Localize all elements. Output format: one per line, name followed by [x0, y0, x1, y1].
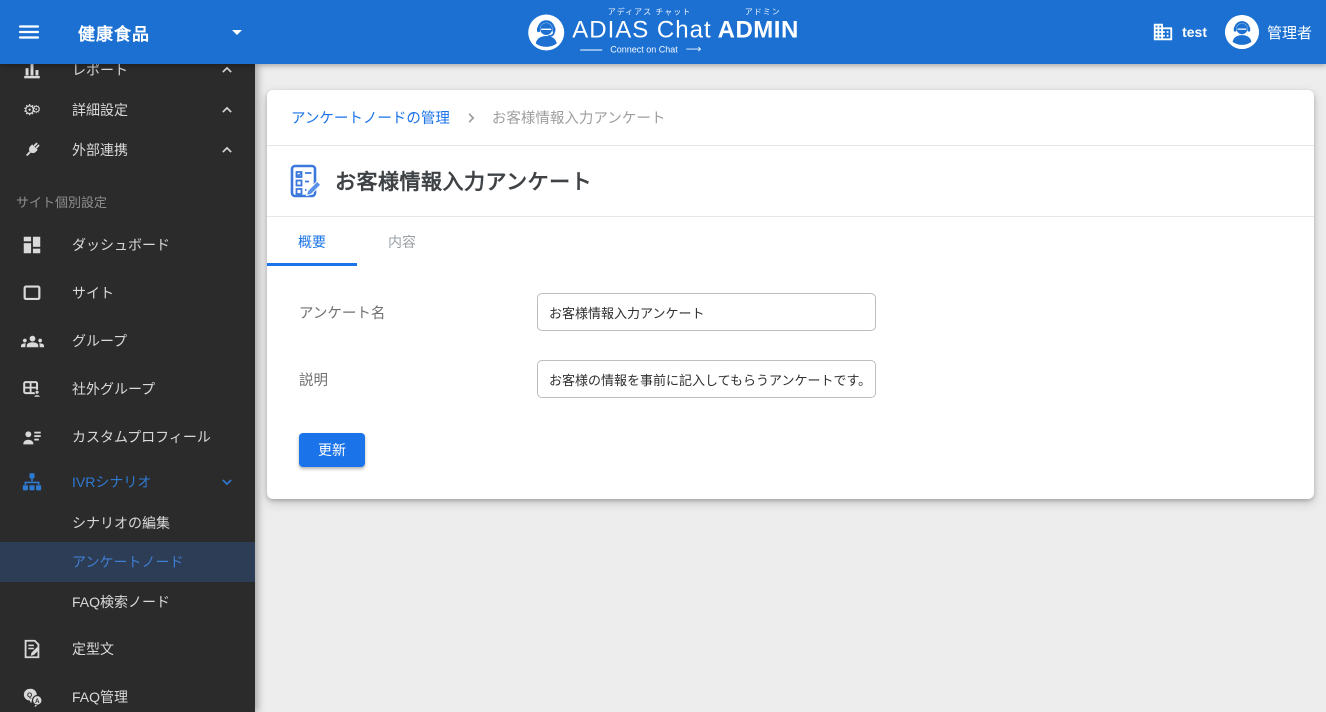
sidebar-item-faq-management[interactable]: QA FAQ管理 — [0, 673, 255, 712]
sidebar-item-label: FAQ検索ノード — [72, 593, 171, 610]
sidebar-section-site-settings: サイト個別設定 — [16, 195, 108, 210]
logo-brand-name: ADIAS Chat — [572, 16, 712, 44]
tagline-arrow-icon: ⟶ — [685, 43, 702, 56]
logo-furigana-left: アディアス チャット — [607, 7, 692, 17]
breadcrumb-parent-link[interactable]: アンケートノードの管理 — [291, 107, 450, 128]
sidebar-item-label: 詳細設定 — [72, 102, 128, 118]
site-selector-dropdown[interactable]: 健康食品 — [78, 20, 246, 45]
faq-bubbles-icon: QA — [20, 685, 44, 709]
tagline-dash — [580, 49, 603, 51]
sidebar-item-label: IVRシナリオ — [72, 474, 152, 490]
survey-overview-form: アンケート名 説明 更新 — [267, 266, 1314, 467]
app-header: 健康食品 アディアス チャット アドミン ADIAS Chat ADMIN Co… — [0, 0, 1326, 64]
content-card: アンケートノードの管理 お客様情報入力アンケート お客様情報入力アンケート 概要… — [267, 90, 1314, 499]
chevron-up-icon — [217, 64, 237, 80]
people-icon — [20, 329, 44, 353]
sidebar-item-advanced-settings[interactable]: ⚙ ⚙ 詳細設定 — [0, 90, 255, 130]
tab-label: 概要 — [298, 233, 326, 250]
survey-edit-icon — [285, 161, 325, 201]
svg-text:Q: Q — [27, 692, 32, 699]
sidebar-item-external-group[interactable]: 社外グループ — [0, 365, 255, 413]
sidebar: レポート ⚙ ⚙ 詳細設定 外部連携 サイト個別設定 ダッシュボード サイト グ… — [0, 64, 255, 712]
sidebar-item-label: FAQ管理 — [72, 689, 129, 705]
tab-overview[interactable]: 概要 — [267, 217, 357, 266]
sidebar-item-label: 外部連携 — [72, 142, 128, 158]
tenant-label: test — [1182, 24, 1207, 40]
menu-hamburger-icon[interactable] — [17, 20, 41, 44]
breadcrumb-current: お客様情報入力アンケート — [491, 111, 666, 127]
sidebar-item-report[interactable]: レポート — [0, 64, 255, 90]
logo-brand-admin: ADMIN — [717, 16, 799, 44]
tab-bar: 概要 内容 — [267, 217, 1314, 266]
survey-description-input[interactable] — [537, 360, 876, 398]
sidebar-item-group[interactable]: グループ — [0, 317, 255, 365]
window-icon — [20, 281, 44, 305]
sidebar-item-label: レポート — [72, 64, 128, 78]
building-person-icon — [20, 377, 44, 401]
user-menu[interactable]: 管理者 — [1224, 15, 1312, 49]
sidebar-item-template-text[interactable]: 定型文 — [0, 625, 255, 673]
sidebar-item-ivr-scenario[interactable]: IVRシナリオ — [0, 461, 255, 503]
tab-content[interactable]: 内容 — [357, 217, 447, 266]
sidebar-item-custom-profile[interactable]: カスタムプロフィール — [0, 413, 255, 461]
sidebar-item-site[interactable]: サイト — [0, 269, 255, 317]
survey-description-label: 説明 — [299, 372, 328, 389]
sidebar-item-external-integration[interactable]: 外部連携 — [0, 130, 255, 170]
sidebar-item-label: アンケートノード — [72, 554, 184, 570]
sidebar-item-label: ダッシュボード — [72, 237, 170, 253]
gears-icon: ⚙ ⚙ — [22, 101, 42, 119]
tab-label: 内容 — [388, 233, 416, 250]
sidebar-subitem-faq-search-node[interactable]: FAQ検索ノード — [0, 582, 255, 621]
chevron-up-icon — [217, 100, 237, 120]
logo-tagline: Connect on Chat — [610, 44, 678, 55]
sidebar-item-label: カスタムプロフィール — [72, 429, 211, 445]
dashboard-icon — [20, 233, 44, 257]
sidebar-subitem-survey-node[interactable]: アンケートノード — [0, 542, 255, 582]
adias-logo-mark-icon — [527, 13, 565, 51]
survey-name-input[interactable] — [537, 293, 876, 331]
chevron-down-icon — [217, 472, 237, 492]
plug-icon — [20, 138, 44, 162]
bar-chart-icon — [20, 64, 44, 82]
user-role-label: 管理者 — [1266, 24, 1312, 42]
breadcrumb: アンケートノードの管理 お客様情報入力アンケート — [267, 90, 1314, 146]
survey-name-label: アンケート名 — [299, 305, 386, 322]
sidebar-item-label: 社外グループ — [72, 381, 156, 397]
sidebar-subitem-edit-scenario[interactable]: シナリオの編集 — [0, 503, 255, 542]
site-selector-label: 健康食品 — [78, 24, 150, 44]
document-edit-icon — [20, 637, 44, 661]
breadcrumb-chevron-icon — [468, 112, 475, 123]
page-title: お客様情報入力アンケート — [335, 171, 593, 194]
logo-furigana-right: アドミン — [744, 7, 781, 17]
svg-text:A: A — [35, 697, 40, 704]
user-avatar — [1224, 15, 1259, 49]
chevron-up-icon — [217, 140, 237, 160]
caret-down-icon — [232, 29, 242, 35]
sidebar-item-label: グループ — [72, 333, 128, 349]
building-icon — [1153, 23, 1173, 41]
person-list-icon — [20, 425, 44, 449]
sitemap-icon — [20, 470, 44, 494]
sidebar-item-label: サイト — [72, 285, 114, 301]
update-button[interactable]: 更新 — [299, 433, 365, 467]
sidebar-item-dashboard[interactable]: ダッシュボード — [0, 221, 255, 269]
page-title-row: お客様情報入力アンケート — [267, 146, 1314, 217]
sidebar-item-label: 定型文 — [72, 641, 114, 657]
app-logo: アディアス チャット アドミン ADIAS Chat ADMIN Connect… — [527, 7, 799, 56]
sidebar-item-label: シナリオの編集 — [72, 514, 170, 531]
tenant-button[interactable]: test — [1152, 21, 1207, 43]
